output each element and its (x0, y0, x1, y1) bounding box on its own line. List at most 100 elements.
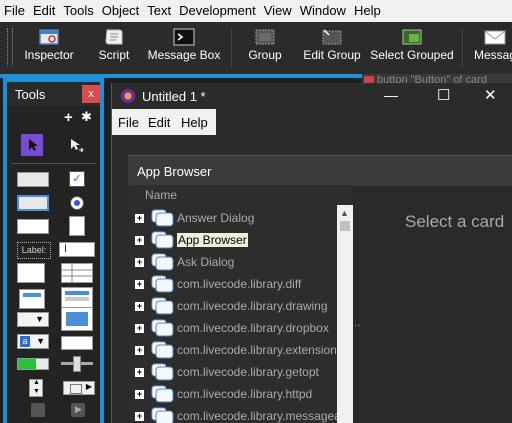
stack-folder-icon (151, 253, 174, 271)
tree-row[interactable]: + com.livecode.library.httpd (129, 383, 337, 405)
terminal-icon (173, 28, 195, 46)
expand-icon[interactable]: + (135, 236, 144, 245)
stack-folder-icon (151, 209, 174, 227)
app-browser-header: App Browser (128, 155, 512, 186)
window-titlebar[interactable]: Untitled 1 * — ☐ ✕ (112, 83, 512, 109)
group-button[interactable]: Group (243, 24, 287, 72)
combo-box-tool[interactable]: a ▼ (17, 334, 49, 349)
menu-edit[interactable]: Edit (29, 0, 59, 22)
chevron-up-icon[interactable]: ▲ (340, 208, 349, 218)
select-grouped-label: Select Grouped (370, 48, 454, 62)
tools-titlebar[interactable]: Tools x (7, 82, 100, 106)
close-icon[interactable]: x (82, 85, 100, 103)
inspector-button[interactable]: Inspector (18, 24, 80, 72)
scrollbar-tool[interactable]: ▶ (63, 381, 95, 395)
expand-icon[interactable]: + (135, 324, 144, 333)
expand-icon[interactable]: + (135, 346, 144, 355)
menu-window[interactable]: Window (296, 0, 350, 22)
stack-folder-icon (151, 297, 174, 315)
row-icon (65, 297, 89, 301)
tree-row-label: com.livecode.library.httpd (177, 387, 313, 401)
tree-row[interactable]: + com.livecode.library.diff (129, 273, 337, 295)
close-icon[interactable]: ✕ (484, 86, 497, 104)
menu-file[interactable]: File (0, 0, 29, 22)
browse-tool[interactable] (65, 134, 87, 156)
window-menu-file[interactable]: File (118, 115, 139, 130)
expand-icon[interactable]: + (135, 280, 144, 289)
stack-folder-icon (151, 363, 174, 381)
list-field-tool[interactable] (17, 263, 45, 283)
tree-row[interactable]: + com.livecode.library.drawing (129, 295, 337, 317)
window-menu-help[interactable]: Help (181, 115, 208, 130)
default-button-tool[interactable] (17, 195, 49, 211)
scrollbar-thumb[interactable] (340, 221, 350, 231)
toolbar: Inspector Script Message Box Group Edit … (0, 22, 512, 75)
tree-row[interactable]: + Answer Dialog (129, 207, 337, 229)
row-highlight-icon (65, 291, 89, 295)
button-tool[interactable] (17, 172, 49, 187)
tree-row[interactable]: + com.livecode.library.dropbox (129, 317, 337, 339)
tab-panel-tool[interactable] (61, 336, 93, 350)
datagrid-form-tool[interactable] (61, 287, 93, 309)
slider-tool[interactable] (61, 356, 93, 372)
player-tool[interactable] (31, 403, 45, 417)
expand-icon[interactable]: + (135, 412, 144, 421)
chevron-down-icon: ▼ (36, 336, 45, 346)
tree-row[interactable]: + com.livecode.library.extension-u (129, 339, 337, 361)
table-icon (62, 264, 92, 282)
message-box-label: Message Box (147, 48, 221, 62)
app-browser-title: App Browser (137, 164, 212, 179)
edit-group-button[interactable]: Edit Group (300, 24, 364, 72)
gear-icon[interactable]: ✱ (81, 109, 92, 125)
message-box-button[interactable]: Message Box (144, 24, 224, 72)
expand-icon[interactable]: + (135, 258, 144, 267)
tree-row[interactable]: + App Browser (129, 229, 337, 251)
toolbar-grip[interactable] (7, 28, 13, 66)
window-menu-edit[interactable]: Edit (148, 115, 170, 130)
checkbox-tool[interactable]: ✓ (69, 171, 85, 187)
edit-group-label: Edit Group (303, 48, 361, 62)
expand-icon[interactable]: + (135, 214, 144, 223)
expand-icon[interactable]: + (135, 302, 144, 311)
tree-row[interactable]: + com.livecode.library.getopt (129, 361, 337, 383)
resize-dots: ·· (354, 320, 361, 331)
tree-row-label: com.livecode.library.extension-u (177, 343, 337, 357)
radio-tool[interactable] (70, 196, 84, 210)
expand-icon[interactable]: + (135, 368, 144, 377)
widget-tool[interactable]: ▶ (71, 403, 85, 417)
add-icon[interactable]: + (64, 109, 73, 126)
expand-icon[interactable]: + (135, 390, 144, 399)
tree-row[interactable]: + Ask Dialog (129, 251, 337, 273)
menu-object[interactable]: Object (98, 0, 144, 22)
menu-development[interactable]: Development (175, 0, 260, 22)
app-browser-tree[interactable]: + Answer Dialog + App Browser + Ask Dialog + co… (129, 205, 337, 423)
select-grouped-button[interactable]: Select Grouped (368, 24, 456, 72)
label-tool[interactable]: Label: (17, 242, 51, 259)
progress-bar-tool[interactable] (17, 358, 49, 370)
option-menu-tool[interactable]: ▼ (17, 312, 49, 327)
name-column-header[interactable]: Name (129, 185, 353, 205)
toolbar-separator (231, 28, 232, 68)
window-menu-bar: File Edit Help (112, 109, 512, 135)
scrolling-field-tool[interactable] (69, 216, 85, 236)
image-tool[interactable] (61, 307, 93, 331)
tree-row[interactable]: + com.livecode.library.messageau (129, 405, 337, 423)
maximize-icon[interactable]: ☐ (437, 86, 450, 104)
pointer-tool[interactable] (21, 134, 43, 156)
text-entry-tool[interactable]: I (59, 242, 95, 257)
spinner-tool[interactable]: ▲ ▼ (29, 379, 43, 397)
minimize-icon[interactable]: — (384, 87, 398, 103)
menu-help[interactable]: Help (350, 0, 385, 22)
datagrid-tool[interactable] (19, 289, 45, 309)
table-field-tool[interactable] (61, 263, 93, 283)
menu-tools[interactable]: Tools (59, 0, 97, 22)
window-title: Untitled 1 * (142, 89, 206, 104)
menu-text[interactable]: Text (143, 0, 175, 22)
chevron-right-icon: ▶ (85, 382, 92, 391)
menu-view[interactable]: View (260, 0, 296, 22)
tools-body: Tools x + ✱ ✓ Label: I ▼ a ▼ ▲ ▼ ▶ ▶ (7, 82, 100, 423)
script-button[interactable]: Script (92, 24, 136, 72)
message-button[interactable]: Messag (468, 24, 512, 72)
tree-scrollbar[interactable]: ▲ (337, 205, 353, 423)
field-tool[interactable] (17, 219, 49, 234)
